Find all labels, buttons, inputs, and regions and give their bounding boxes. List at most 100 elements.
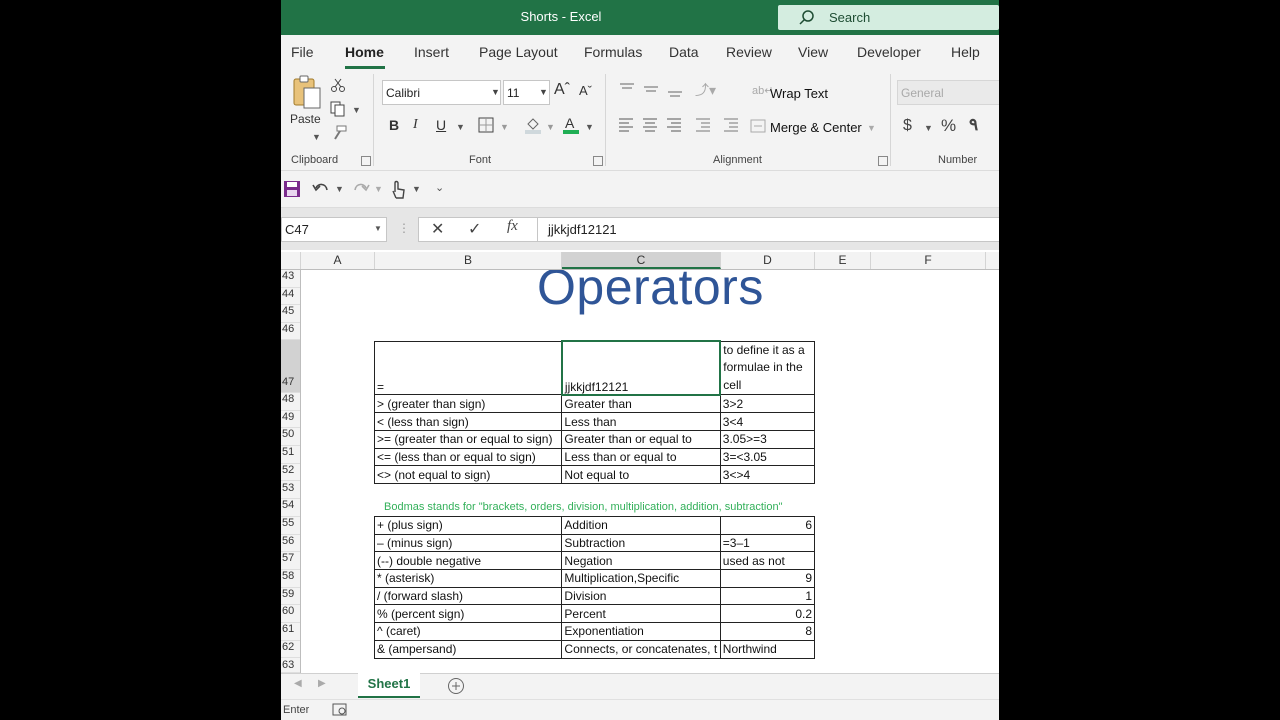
bold-icon[interactable]: B (389, 117, 399, 133)
row-header[interactable]: 62 (281, 641, 300, 659)
tab-view[interactable]: View (798, 44, 828, 60)
paste-icon[interactable] (291, 74, 323, 110)
table-cell[interactable]: 3<4 (719, 412, 816, 431)
table-cell[interactable]: 0.2 (719, 604, 816, 624)
table-cell[interactable]: Connects, or concatenates, t (561, 639, 721, 659)
table-cell[interactable]: + (plus sign) (373, 516, 563, 535)
chevron-down-icon[interactable]: ▼ (585, 122, 594, 132)
table-cell[interactable]: Less than or equal to (561, 447, 721, 467)
row-header[interactable]: 44 (281, 288, 300, 305)
table-cell[interactable]: 1 (719, 586, 816, 606)
table-cell[interactable]: Multiplication,Specific (561, 569, 721, 588)
row-header[interactable]: 49 (281, 411, 300, 429)
row-header[interactable]: 56 (281, 535, 300, 553)
name-box[interactable]: C47 ▼ (281, 217, 387, 242)
chevron-down-icon[interactable]: ▼ (500, 122, 509, 132)
table-cell[interactable]: % (percent sign) (373, 604, 563, 624)
row-header[interactable]: 55 (281, 517, 300, 535)
enter-icon[interactable]: ✓ (468, 219, 481, 239)
chevron-down-icon[interactable]: ▼ (546, 122, 555, 132)
chevron-down-icon[interactable]: ▼ (924, 123, 933, 133)
column-header[interactable]: C (562, 252, 721, 269)
sheet-tab-sheet1[interactable]: Sheet1 (358, 673, 420, 698)
vertical-align-icons[interactable] (618, 82, 688, 98)
row-header[interactable]: 54 (281, 499, 300, 517)
table-cell[interactable]: 6 (719, 516, 816, 535)
tab-page-layout[interactable]: Page Layout (479, 44, 558, 60)
table-cell[interactable]: used as not (719, 551, 816, 571)
column-header[interactable]: E (815, 252, 871, 269)
table-cell[interactable]: / (forward slash) (373, 586, 563, 606)
touch-mode-icon[interactable] (389, 180, 407, 200)
chevron-down-icon[interactable]: ▼ (335, 184, 344, 194)
chevron-down-icon[interactable]: ▼ (312, 132, 321, 142)
merge-center-button[interactable]: Merge & Center (770, 120, 862, 135)
tab-review[interactable]: Review (726, 44, 772, 60)
row-header[interactable]: 50 (281, 428, 300, 447)
worksheet-grid[interactable]: Operators = jjkkjdf12121 to define it as… (301, 270, 999, 673)
table-cell[interactable]: 3=<3.05 (719, 447, 816, 467)
chevron-down-icon[interactable]: ▼ (456, 122, 465, 132)
active-cell[interactable]: jjkkjdf12121 (560, 340, 722, 396)
decrease-font-size-icon[interactable]: Aˇ (579, 83, 592, 98)
currency-icon[interactable]: $ (903, 117, 912, 135)
row-header[interactable]: 57 (281, 552, 300, 570)
undo-icon[interactable] (312, 180, 330, 198)
column-header[interactable]: F (871, 252, 986, 269)
table-cell[interactable]: >= (greater than or equal to sign) (373, 429, 563, 449)
italic-icon[interactable]: I (413, 117, 418, 133)
row-header[interactable]: 59 (281, 588, 300, 606)
tab-home[interactable]: Home (345, 44, 384, 60)
insert-function-icon[interactable]: fx (507, 218, 518, 235)
row-header[interactable]: 60 (281, 605, 300, 624)
table-cell[interactable]: (--) double negative (373, 551, 563, 571)
search-box[interactable]: Search (778, 5, 999, 30)
add-sheet-icon[interactable] (447, 677, 465, 695)
row-header[interactable]: 51 (281, 446, 300, 464)
table-cell[interactable]: Not equal to (561, 465, 721, 484)
underline-icon[interactable]: U (436, 117, 446, 133)
formula-input[interactable]: jjkkjdf12121 (537, 217, 999, 242)
comma-style-icon[interactable]: ٩ (969, 115, 978, 135)
column-header[interactable]: A (301, 252, 375, 269)
chevron-down-icon[interactable]: ▼ (867, 123, 876, 133)
table-cell[interactable]: Less than (561, 412, 721, 431)
bodmas-note[interactable]: Bodmas stands for "brackets, orders, div… (384, 501, 783, 513)
table-cell[interactable]: ^ (caret) (373, 622, 563, 641)
scroll-left-icon[interactable]: ◀ (294, 678, 302, 689)
macro-recording-icon[interactable] (332, 703, 348, 717)
table-cell[interactable]: Northwind (719, 639, 816, 659)
row-header[interactable]: 63 (281, 659, 300, 673)
copy-icon[interactable] (330, 101, 348, 117)
customize-toolbar-icon[interactable]: ⌄ (435, 181, 444, 194)
redo-icon[interactable] (352, 180, 370, 198)
tab-help[interactable]: Help (951, 44, 980, 60)
table-cell[interactable]: Addition (561, 516, 721, 535)
row-header[interactable]: 58 (281, 570, 300, 588)
column-header[interactable]: D (721, 252, 815, 269)
row-header[interactable]: 48 (281, 393, 300, 411)
scroll-right-icon[interactable]: ▶ (318, 678, 326, 689)
horizontal-align-icons[interactable] (618, 117, 686, 133)
table-cell[interactable]: <= (less than or equal to sign) (373, 447, 563, 467)
table-cell[interactable]: & (ampersand) (373, 639, 563, 659)
table-cell[interactable]: < (less than sign) (373, 412, 563, 431)
font-name-select[interactable]: Calibri ▼ (382, 80, 501, 105)
borders-icon[interactable] (478, 117, 494, 133)
table-cell[interactable]: * (asterisk) (373, 569, 563, 588)
table-cell[interactable]: to define it as a formulae in the cell (719, 340, 816, 395)
row-header[interactable]: 45 (281, 305, 300, 323)
select-all-corner[interactable] (281, 252, 301, 269)
table-cell[interactable]: Greater than (561, 393, 721, 414)
table-cell[interactable]: Subtraction (561, 533, 721, 553)
table-cell[interactable]: – (minus sign) (373, 533, 563, 553)
tab-formulas[interactable]: Formulas (584, 44, 642, 60)
tab-developer[interactable]: Developer (857, 44, 921, 60)
font-color-icon[interactable]: A (562, 115, 580, 135)
percent-icon[interactable]: % (941, 116, 956, 136)
chevron-down-icon[interactable]: ▼ (352, 105, 361, 115)
chevron-down-icon[interactable]: ▼ (374, 184, 383, 194)
table-cell[interactable]: Greater than or equal to (561, 429, 721, 449)
table-cell[interactable]: Negation (561, 551, 721, 571)
table-cell[interactable]: =3–1 (719, 533, 816, 553)
